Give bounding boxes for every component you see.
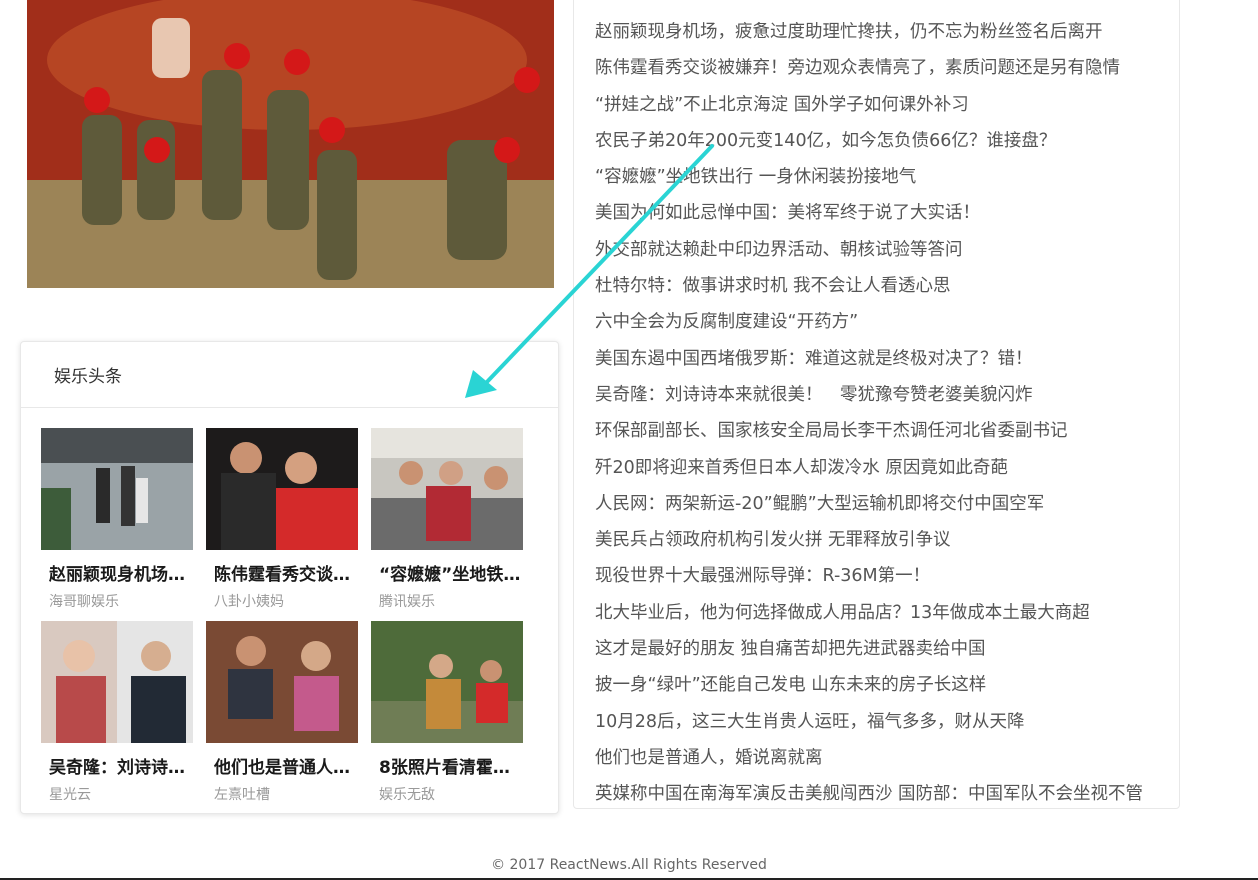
entertainment-item-title[interactable]: 8张照片看清霍建华林心如的婚后生活 xyxy=(371,753,523,778)
entertainment-item[interactable]: 赵丽颖现身机场，疲惫过度助理忙搀扶 海哥聊娱乐 xyxy=(41,428,193,611)
entertainment-card: 娱乐头条 赵丽颖现身机场，疲惫过度助理忙搀扶 海哥聊娱乐 陈伟霆看秀交谈被嫌弃！… xyxy=(20,341,559,814)
headline-item[interactable]: 这才是最好的朋友 独自痛苦却把先进武器卖给中国 xyxy=(595,631,1165,667)
entertainment-item-source: 娱乐无敌 xyxy=(379,787,435,803)
entertainment-item-source: 腾讯娱乐 xyxy=(379,594,435,610)
headline-item[interactable]: 现役世界十大最强洲际导弹：R-36M第一！ xyxy=(595,558,1165,594)
headline-item[interactable]: 美国为何如此忌惮中国：美将军终于说了大实话！ xyxy=(595,195,1165,231)
entertainment-item[interactable]: 他们也是普通人，婚说离就离 左熹吐槽 xyxy=(206,621,358,804)
headline-item[interactable]: 他们也是普通人，婚说离就离 xyxy=(595,740,1165,776)
headline-item[interactable]: 披一身“绿叶”还能自己发电 山东未来的房子长这样 xyxy=(595,667,1165,703)
entertainment-item-source: 星光云 xyxy=(49,787,91,803)
entertainment-item[interactable]: 8张照片看清霍建华林心如的婚后生活 娱乐无敌 xyxy=(371,621,523,804)
headline-item[interactable]: 人民网：两架新运-20”鲲鹏”大型运输机即将交付中国空军 xyxy=(595,486,1165,522)
headline-item[interactable]: 陈伟霆看秀交谈被嫌弃！旁边观众表情亮了，素质问题还是另有隐情 xyxy=(595,50,1165,86)
headline-item[interactable]: 英媒称中国在南海军演反击美舰闯西沙 国防部：中国军队不会坐视不管 xyxy=(595,776,1165,812)
entertainment-item-source: 海哥聊娱乐 xyxy=(49,594,119,610)
headline-item[interactable]: 六中全会为反腐制度建设“开药方” xyxy=(595,304,1165,340)
entertainment-item[interactable]: 陈伟霆看秀交谈被嫌弃！旁边观众表情亮了 八卦小姨妈 xyxy=(206,428,358,611)
headline-item[interactable]: 外交部就达赖赴中印边界活动、朝核试验等答问 xyxy=(595,232,1165,268)
hero-image[interactable] xyxy=(27,0,554,288)
entertainment-item[interactable]: 吴奇隆：刘诗诗本来就很美！ 星光云 xyxy=(41,621,193,804)
headline-list: 赵丽颖现身机场，疲惫过度助理忙搀扶，仍不忘为粉丝签名后离开 陈伟霆看秀交谈被嫌弃！… xyxy=(573,0,1180,809)
headline-item[interactable]: 10月28后，这三大生肖贵人运旺，福气多多，财从天降 xyxy=(595,704,1165,740)
entertainment-item-source: 左熹吐槽 xyxy=(214,787,270,803)
entertainment-heading: 娱乐头条 xyxy=(21,342,558,408)
headline-item[interactable]: 北大毕业后，他为何选择做成人用品店？13年做成本土最大商超 xyxy=(595,595,1165,631)
headline-item[interactable]: 歼20即将迎来首秀但日本人却泼冷水 原因竟如此奇葩 xyxy=(595,450,1165,486)
entertainment-item-title[interactable]: 吴奇隆：刘诗诗本来就很美！ xyxy=(41,753,193,778)
headline-item[interactable]: 美民兵占领政府机构引发火拼 无罪释放引争议 xyxy=(595,522,1165,558)
entertainment-thumbnail[interactable] xyxy=(41,428,193,550)
entertainment-item-title[interactable]: 赵丽颖现身机场，疲惫过度助理忙搀扶 xyxy=(41,560,193,585)
entertainment-item-source: 八卦小姨妈 xyxy=(214,594,284,610)
headline-item[interactable]: 吴奇隆：刘诗诗本来就很美！ 零犹豫夸赞老婆美貌闪炸 xyxy=(595,377,1165,413)
entertainment-item-title[interactable]: 陈伟霆看秀交谈被嫌弃！旁边观众表情亮了 xyxy=(206,560,358,585)
headline-item[interactable]: 农民子弟20年200元变140亿，如今怎负债66亿？谁接盘？ xyxy=(595,123,1165,159)
footer-copyright: © 2017 ReactNews.All Rights Reserved xyxy=(491,857,767,873)
entertainment-thumbnail[interactable] xyxy=(41,621,193,743)
entertainment-thumbnail[interactable] xyxy=(206,621,358,743)
entertainment-item-title[interactable]: “容嬷嬷”坐地铁出行 一身休闲装扮接地气 xyxy=(371,560,523,585)
entertainment-item-title[interactable]: 他们也是普通人，婚说离就离 xyxy=(206,753,358,778)
headline-item[interactable]: 美国东遏中国西堵俄罗斯：难道这就是终极对决了？错！ xyxy=(595,341,1165,377)
entertainment-item[interactable]: “容嬷嬷”坐地铁出行 一身休闲装扮接地气 腾讯娱乐 xyxy=(371,428,523,611)
headline-item[interactable]: 赵丽颖现身机场，疲惫过度助理忙搀扶，仍不忘为粉丝签名后离开 xyxy=(595,14,1165,50)
headline-item[interactable]: “拼娃之战”不止北京海淀 国外学子如何课外补习 xyxy=(595,87,1165,123)
headline-item[interactable]: “容嬷嬷”坐地铁出行 一身休闲装扮接地气 xyxy=(595,159,1165,195)
entertainment-thumbnail[interactable] xyxy=(206,428,358,550)
headline-item[interactable]: 杜特尔特：做事讲求时机 我不会让人看透心思 xyxy=(595,268,1165,304)
entertainment-thumbnail[interactable] xyxy=(371,428,523,550)
entertainment-thumbnail[interactable] xyxy=(371,621,523,743)
headline-item[interactable]: 环保部副部长、国家核安全局局长李干杰调任河北省委副书记 xyxy=(595,413,1165,449)
